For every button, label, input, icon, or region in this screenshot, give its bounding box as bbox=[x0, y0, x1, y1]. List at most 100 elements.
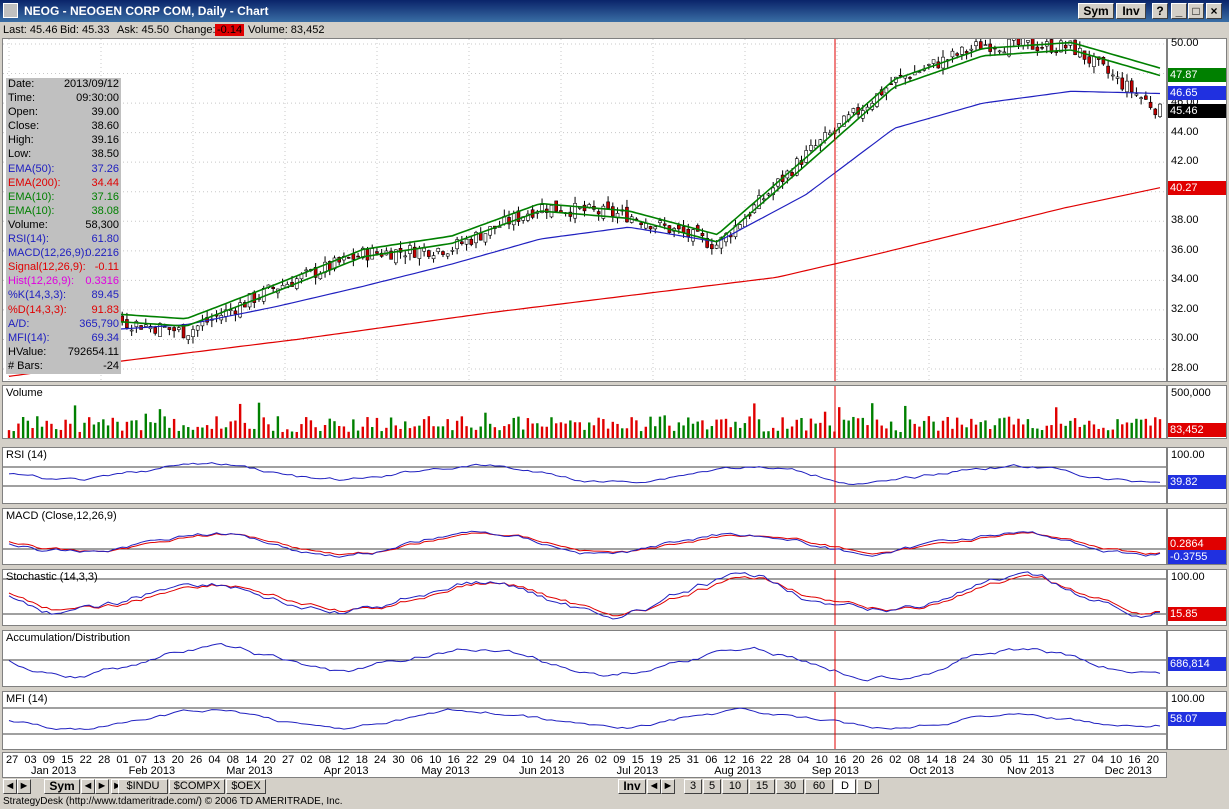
candle-down bbox=[469, 238, 474, 245]
sym-button[interactable]: Sym bbox=[1078, 3, 1114, 19]
candle-up bbox=[1115, 76, 1120, 79]
price-tag: 47.87 bbox=[1168, 68, 1226, 83]
sym-prev-icon[interactable]: ◄ bbox=[81, 779, 95, 794]
candle-down bbox=[1106, 65, 1110, 74]
volume-bar bbox=[356, 430, 360, 438]
date-axis-month: Aug 2013 bbox=[714, 765, 762, 777]
volume-bar bbox=[521, 429, 525, 438]
help-icon[interactable]: ? bbox=[1152, 3, 1168, 19]
period-tab-3[interactable]: 3 bbox=[684, 779, 702, 794]
symbol-tab-oex[interactable]: $OEX bbox=[226, 779, 266, 794]
data-window-row: Open: 39.00 bbox=[6, 106, 121, 120]
volume-bar bbox=[437, 426, 440, 438]
data-window-key: Signal(12,26,9): bbox=[8, 261, 86, 274]
date-axis-month: Jul 2013 bbox=[616, 765, 659, 777]
volume-bar bbox=[404, 421, 407, 438]
maximize-icon[interactable]: □ bbox=[1188, 3, 1204, 19]
candle-up bbox=[417, 247, 422, 259]
volume-bar bbox=[625, 428, 629, 438]
volume-bar bbox=[805, 430, 808, 438]
volume-bar bbox=[54, 429, 58, 438]
symbol-tab-indu[interactable]: $INDU bbox=[118, 779, 168, 794]
macd-pane[interactable]: MACD (Close,12,26,9) bbox=[2, 508, 1167, 565]
rsi-pane[interactable]: RSI (14) bbox=[2, 447, 1167, 504]
period-tab-10[interactable]: 10 bbox=[722, 779, 748, 794]
candle-down bbox=[1035, 46, 1040, 51]
scroll-left-icon[interactable]: ◄ bbox=[3, 779, 17, 794]
volume-bar bbox=[1111, 429, 1115, 438]
candle-up bbox=[1158, 103, 1162, 117]
date-axis-month: Mar 2013 bbox=[226, 765, 273, 777]
sym-next-icon[interactable]: ► bbox=[95, 779, 109, 794]
volume-bar bbox=[441, 426, 445, 438]
data-window-value: 69.34 bbox=[91, 331, 119, 344]
period-tab-30[interactable]: 30 bbox=[776, 779, 804, 794]
volume-bar bbox=[17, 423, 20, 438]
volume-bar bbox=[1045, 425, 1048, 438]
volume-bar bbox=[290, 431, 294, 438]
period-tab-60[interactable]: 60 bbox=[805, 779, 833, 794]
data-window-value: 91.83 bbox=[91, 303, 119, 316]
volume-bar bbox=[852, 416, 855, 438]
candle-up bbox=[186, 335, 191, 340]
price-chart-pane[interactable]: Date: 2013/09/12 Time: 09:30:00 Open: 39.00 Cl… bbox=[2, 38, 1167, 382]
rsi-axis-tick: 100.00 bbox=[1171, 449, 1205, 461]
date-axis-day: 28 bbox=[778, 754, 792, 766]
data-window-row: Signal(12,26,9): -0.11 bbox=[6, 261, 121, 275]
volume-bar bbox=[606, 428, 610, 438]
volume-bar bbox=[701, 420, 704, 438]
period-tab-d2[interactable]: D bbox=[857, 779, 879, 794]
volume-bar bbox=[271, 430, 275, 438]
volume-pane[interactable]: Volume bbox=[2, 385, 1167, 439]
inv-next-icon[interactable]: ► bbox=[661, 779, 675, 794]
candle-up bbox=[714, 244, 719, 249]
data-window-row: Time: 09:30:00 bbox=[6, 92, 121, 106]
indicator-line bbox=[8, 707, 1161, 731]
volume-bar bbox=[1069, 420, 1072, 438]
volume-bar bbox=[1064, 425, 1067, 438]
inv-prev-icon[interactable]: ◄ bbox=[647, 779, 661, 794]
candle-up bbox=[422, 247, 426, 252]
period-tab-15[interactable]: 15 bbox=[749, 779, 775, 794]
volume-bar bbox=[993, 425, 997, 438]
candle-down bbox=[677, 224, 681, 230]
data-window-key: High: bbox=[8, 134, 34, 147]
candle-up bbox=[738, 224, 742, 230]
candle-down bbox=[1063, 44, 1068, 49]
date-axis-month: Nov 2013 bbox=[1007, 765, 1055, 777]
candle-up bbox=[483, 233, 488, 243]
inv-tab[interactable]: Inv bbox=[618, 779, 646, 794]
candle-up bbox=[129, 329, 134, 332]
close-icon[interactable]: × bbox=[1206, 3, 1222, 19]
data-window-row: HValue: 792654.11 bbox=[6, 346, 121, 360]
volume-bar bbox=[418, 425, 421, 438]
volume-bars-svg bbox=[7, 386, 1162, 438]
data-window-row: Close: 38.60 bbox=[6, 120, 121, 134]
data-window-value: 37.26 bbox=[91, 162, 119, 175]
volume-bar bbox=[517, 416, 520, 438]
mfi-pane[interactable]: MFI (14) bbox=[2, 691, 1167, 750]
period-tab-5[interactable]: 5 bbox=[703, 779, 721, 794]
volume-bar bbox=[550, 417, 553, 438]
accumulation-distribution-pane[interactable]: Accumulation/Distribution bbox=[2, 630, 1167, 687]
volume-bar bbox=[790, 426, 794, 438]
price-axis-tick: 44.00 bbox=[1171, 125, 1199, 138]
inv-button[interactable]: Inv bbox=[1116, 3, 1146, 19]
date-axis-day: 04 bbox=[208, 754, 221, 766]
minimize-icon[interactable]: _ bbox=[1171, 3, 1187, 19]
stochastic-pane[interactable]: Stochastic (14,3,3) bbox=[2, 569, 1167, 626]
sym-tab[interactable]: Sym bbox=[44, 779, 80, 794]
candle-up bbox=[403, 255, 408, 258]
data-window-value: 39.00 bbox=[91, 106, 119, 119]
volume-bar bbox=[338, 426, 341, 438]
rsi-pane-title: RSI (14) bbox=[6, 449, 47, 461]
scroll-right-icon[interactable]: ► bbox=[17, 779, 31, 794]
volume-bar bbox=[465, 426, 468, 438]
price-axis-tick: 42.00 bbox=[1171, 155, 1199, 168]
candle-up bbox=[304, 269, 308, 272]
period-tab-daily[interactable]: D bbox=[834, 779, 856, 794]
volume-bar bbox=[946, 416, 949, 438]
candle-down bbox=[611, 206, 615, 217]
symbol-tab-compx[interactable]: $COMPX bbox=[169, 779, 225, 794]
candle-up bbox=[158, 323, 162, 337]
